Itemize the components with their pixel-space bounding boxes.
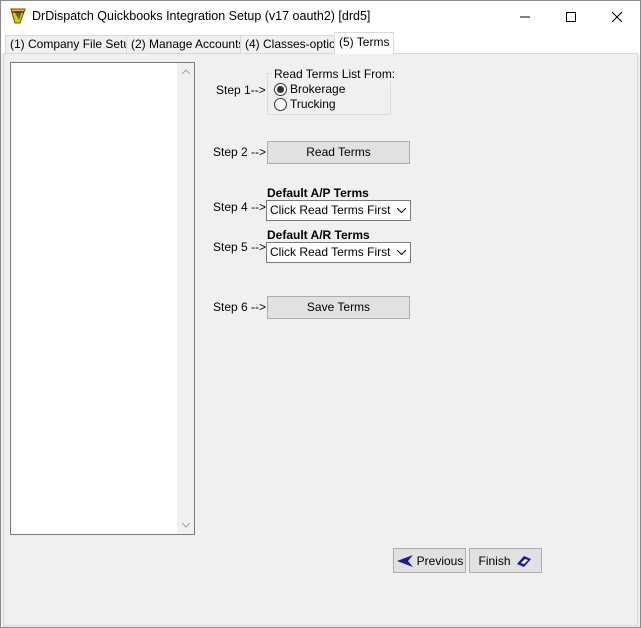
tab-company-file-setup[interactable]: (1) Company File Setup (5, 35, 142, 54)
maximize-button[interactable] (548, 1, 594, 32)
minimize-button[interactable] (502, 1, 548, 32)
terms-listbox[interactable] (10, 62, 195, 535)
previous-label: Previous (416, 553, 464, 568)
app-window: DrDispatch Quickbooks Integration Setup … (0, 0, 641, 628)
radio-trucking[interactable]: Trucking (274, 97, 336, 111)
tab-classes-option[interactable]: (4) Classes-option (240, 35, 348, 54)
step4-label: Step 4 --> (213, 200, 267, 214)
chevron-down-icon[interactable] (395, 201, 407, 220)
read-terms-button[interactable]: Read Terms (267, 141, 410, 164)
radio-brokerage[interactable]: Brokerage (274, 82, 345, 96)
listbox-scrollbar[interactable] (177, 63, 194, 534)
default-ap-terms-value: Click Read Terms First (270, 203, 391, 217)
tab-terms[interactable]: (5) Terms (334, 32, 395, 54)
tab-manage-accounts[interactable]: (2) Manage Accounts (126, 35, 250, 54)
default-ap-terms-select[interactable]: Click Read Terms First (266, 200, 411, 221)
title-bar: DrDispatch Quickbooks Integration Setup … (1, 1, 640, 32)
window-title: DrDispatch Quickbooks Integration Setup … (32, 9, 371, 23)
save-terms-button[interactable]: Save Terms (267, 296, 410, 319)
step2-label: Step 2 --> (213, 145, 267, 159)
step1-label: Step 1--> (216, 83, 266, 97)
radio-checked-icon[interactable] (274, 82, 287, 96)
close-button[interactable] (594, 1, 640, 32)
step6-label: Step 6 --> (213, 300, 267, 314)
tab-strip: (1) Company File Setup (2) Manage Accoun… (1, 32, 640, 54)
default-ar-terms-value: Click Read Terms First (270, 245, 391, 259)
read-terms-source-title: Read Terms List From: (272, 67, 398, 81)
default-ar-terms-select[interactable]: Click Read Terms First (266, 242, 411, 263)
default-ap-terms-heading: Default A/P Terms (267, 186, 369, 200)
finish-button[interactable]: Finish (469, 548, 542, 573)
previous-button[interactable]: Previous (393, 548, 466, 573)
chevron-down-icon[interactable] (395, 243, 407, 262)
scroll-down-icon[interactable] (177, 517, 194, 534)
radio-brokerage-label: Brokerage (290, 82, 346, 96)
back-arrow-icon (396, 554, 414, 568)
step5-label: Step 5 --> (213, 240, 267, 254)
scroll-up-icon[interactable] (177, 63, 194, 80)
finish-book-icon (515, 554, 533, 568)
finish-label: Finish (478, 553, 511, 568)
default-ar-terms-heading: Default A/R Terms (267, 228, 370, 242)
app-logo-icon (9, 7, 27, 25)
radio-unchecked-icon[interactable] (274, 97, 287, 111)
radio-trucking-label: Trucking (290, 97, 336, 111)
